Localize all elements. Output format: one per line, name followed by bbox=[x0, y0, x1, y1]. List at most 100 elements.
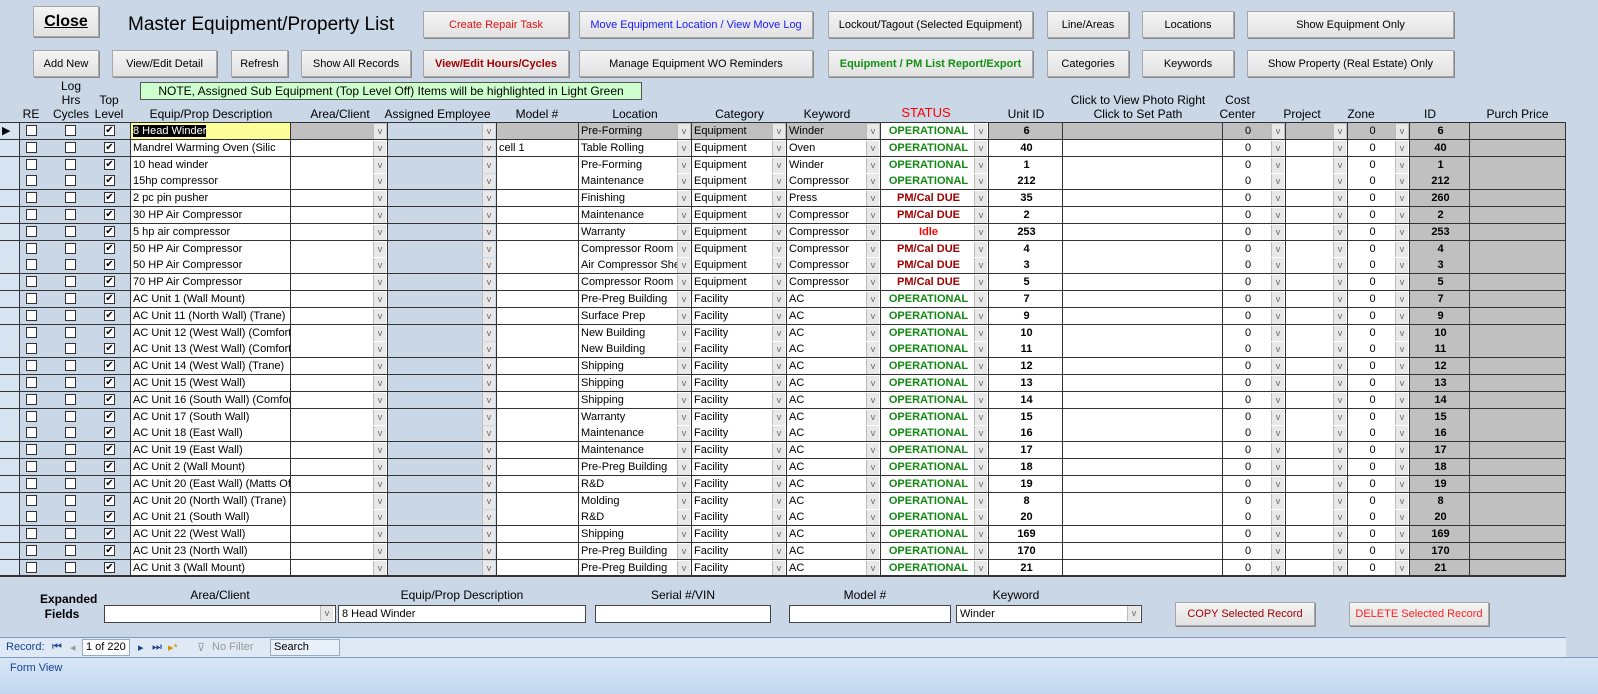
photo-cell[interactable] bbox=[1063, 358, 1223, 375]
chevron-down-icon[interactable]: v bbox=[482, 325, 495, 341]
table-row[interactable]: ✔ AC Unit 15 (West Wall) v v Shipping v Facili… bbox=[0, 375, 1566, 392]
chevron-down-icon[interactable]: v bbox=[373, 560, 386, 575]
model-cell[interactable] bbox=[497, 425, 579, 442]
chevron-down-icon[interactable]: v bbox=[1271, 224, 1284, 240]
record-selector[interactable] bbox=[0, 408, 20, 425]
chevron-down-icon[interactable]: v bbox=[1395, 443, 1408, 459]
chevron-down-icon[interactable]: v bbox=[866, 426, 879, 442]
id-cell[interactable]: 13 bbox=[1410, 375, 1470, 391]
model-cell[interactable] bbox=[497, 223, 579, 240]
table-row[interactable]: ✔ AC Unit 2 (Wall Mount) v v Pre-Preg Buildi… bbox=[0, 459, 1566, 476]
top-level-checkbox[interactable]: ✔ bbox=[104, 477, 115, 489]
photo-cell[interactable] bbox=[1063, 190, 1223, 207]
chevron-down-icon[interactable]: v bbox=[482, 376, 495, 391]
unit-cell[interactable]: 12 bbox=[989, 358, 1063, 375]
model-cell[interactable] bbox=[497, 207, 579, 223]
emp-cell[interactable] bbox=[388, 123, 497, 139]
chevron-down-icon[interactable]: v bbox=[677, 208, 690, 223]
chevron-down-icon[interactable]: v bbox=[373, 208, 386, 223]
status-cell[interactable]: OPERATIONAL bbox=[881, 492, 989, 509]
chevron-down-icon[interactable]: v bbox=[974, 426, 987, 442]
loc-cell[interactable]: Shipping bbox=[579, 375, 692, 391]
chevron-down-icon[interactable]: v bbox=[866, 560, 879, 575]
chevron-down-icon[interactable]: v bbox=[772, 460, 785, 475]
price-cell[interactable] bbox=[1470, 442, 1566, 459]
chevron-down-icon[interactable]: v bbox=[373, 224, 386, 240]
status-cell[interactable]: OPERATIONAL bbox=[881, 475, 989, 492]
loc-cell[interactable]: Warranty bbox=[579, 408, 692, 425]
record-selector[interactable] bbox=[0, 324, 20, 341]
chevron-down-icon[interactable]: v bbox=[677, 275, 690, 291]
log-hrs-checkbox[interactable] bbox=[65, 511, 76, 523]
chevron-down-icon[interactable]: v bbox=[677, 460, 690, 475]
chevron-down-icon[interactable]: v bbox=[1271, 476, 1284, 492]
chevron-down-icon[interactable]: v bbox=[482, 124, 495, 139]
log-hrs-checkbox[interactable] bbox=[65, 276, 76, 288]
emp-cell[interactable] bbox=[388, 341, 497, 358]
status-cell[interactable]: OPERATIONAL bbox=[881, 358, 989, 375]
top-level-checkbox[interactable]: ✔ bbox=[104, 343, 115, 355]
first-record-icon[interactable]: ⏮ bbox=[52, 641, 62, 654]
unit-cell[interactable]: 170 bbox=[989, 543, 1063, 559]
chevron-down-icon[interactable]: v bbox=[482, 342, 495, 358]
photo-cell[interactable] bbox=[1063, 375, 1223, 391]
chevron-down-icon[interactable]: v bbox=[482, 544, 495, 559]
chevron-down-icon[interactable]: v bbox=[974, 275, 987, 291]
photo-cell[interactable] bbox=[1063, 425, 1223, 442]
chevron-down-icon[interactable]: v bbox=[866, 308, 879, 324]
table-row[interactable]: ✔ Mandrel Warming Oven (Silic v v cell 1 Tabl… bbox=[0, 139, 1566, 157]
status-cell[interactable]: OPERATIONAL bbox=[881, 509, 989, 526]
re-checkbox[interactable] bbox=[26, 293, 37, 304]
emp-cell[interactable] bbox=[388, 324, 497, 341]
chevron-down-icon[interactable]: v bbox=[866, 292, 879, 307]
log-hrs-checkbox[interactable] bbox=[65, 528, 76, 540]
log-hrs-checkbox[interactable] bbox=[65, 225, 76, 237]
unit-cell[interactable]: 6 bbox=[989, 123, 1063, 139]
emp-cell[interactable] bbox=[388, 274, 497, 291]
add-new-button[interactable]: Add New bbox=[33, 50, 99, 77]
chevron-down-icon[interactable]: v bbox=[1333, 275, 1346, 291]
status-cell[interactable]: OPERATIONAL bbox=[881, 543, 989, 559]
log-hrs-checkbox[interactable] bbox=[65, 175, 76, 187]
emp-cell[interactable] bbox=[388, 207, 497, 223]
desc-cell[interactable]: AC Unit 16 (South Wall) (Comfort bbox=[131, 391, 291, 408]
chevron-down-icon[interactable]: v bbox=[866, 157, 879, 173]
price-cell[interactable] bbox=[1470, 408, 1566, 425]
chevron-down-icon[interactable]: v bbox=[1395, 275, 1408, 291]
chevron-down-icon[interactable]: v bbox=[772, 224, 785, 240]
table-row[interactable]: ✔ AC Unit 20 (East Wall) (Matts Off v v R&D v… bbox=[0, 475, 1566, 493]
chevron-down-icon[interactable]: v bbox=[866, 460, 879, 475]
chevron-down-icon[interactable]: v bbox=[373, 140, 386, 156]
chevron-down-icon[interactable]: v bbox=[677, 140, 690, 156]
price-cell[interactable] bbox=[1470, 358, 1566, 375]
chevron-down-icon[interactable]: v bbox=[772, 140, 785, 156]
show-property-only-button[interactable]: Show Property (Real Estate) Only bbox=[1247, 50, 1454, 77]
id-cell[interactable]: 8 bbox=[1410, 492, 1470, 509]
loc-cell[interactable]: Table Rolling bbox=[579, 139, 692, 156]
id-cell[interactable]: 20 bbox=[1410, 509, 1470, 526]
chevron-down-icon[interactable]: v bbox=[1333, 325, 1346, 341]
chevron-down-icon[interactable]: v bbox=[1271, 191, 1284, 207]
chevron-down-icon[interactable]: v bbox=[373, 527, 386, 543]
chevron-down-icon[interactable]: v bbox=[1333, 292, 1346, 307]
chevron-down-icon[interactable]: v bbox=[866, 140, 879, 156]
create-repair-task-button[interactable]: Create Repair Task bbox=[423, 11, 569, 38]
loc-cell[interactable]: Pre-Forming bbox=[579, 123, 692, 139]
chevron-down-icon[interactable]: v bbox=[1333, 443, 1346, 459]
price-cell[interactable] bbox=[1470, 526, 1566, 543]
chevron-down-icon[interactable]: v bbox=[772, 275, 785, 291]
re-checkbox[interactable] bbox=[26, 444, 37, 456]
chevron-down-icon[interactable]: v bbox=[1395, 325, 1408, 341]
unit-cell[interactable]: 8 bbox=[989, 492, 1063, 509]
desc-cell[interactable]: 10 head winder bbox=[131, 156, 291, 173]
chevron-down-icon[interactable]: v bbox=[482, 493, 495, 509]
line-areas-button[interactable]: Line/Areas bbox=[1047, 11, 1129, 38]
price-cell[interactable] bbox=[1470, 375, 1566, 391]
photo-cell[interactable] bbox=[1063, 559, 1223, 575]
chevron-down-icon[interactable]: v bbox=[482, 208, 495, 223]
chevron-down-icon[interactable]: v bbox=[974, 527, 987, 543]
chevron-down-icon[interactable]: v bbox=[373, 359, 386, 375]
id-cell[interactable]: 212 bbox=[1410, 173, 1470, 190]
chevron-down-icon[interactable]: v bbox=[1271, 493, 1284, 509]
chevron-down-icon[interactable]: v bbox=[482, 241, 495, 257]
